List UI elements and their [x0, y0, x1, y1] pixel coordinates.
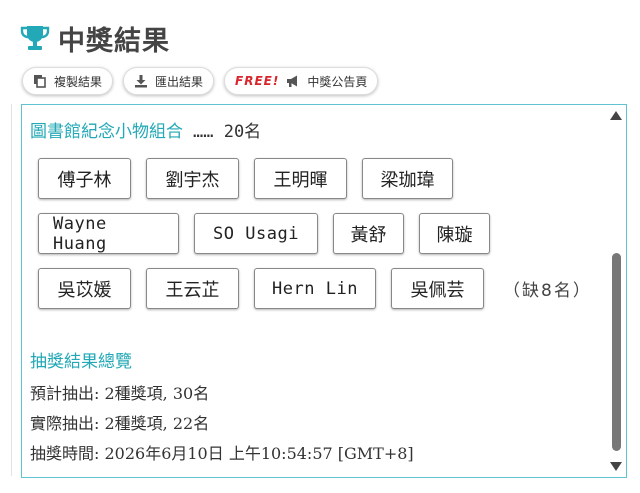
scroll-down-arrow-icon[interactable]: [610, 462, 622, 471]
export-results-button[interactable]: 匯出結果: [123, 67, 215, 95]
copy-icon: [34, 75, 46, 88]
winner-chip: 陳璇: [419, 213, 490, 254]
toolbar: 複製結果 匯出結果 FREE! 中獎公告頁: [22, 67, 379, 95]
winner-chip: 黃舒: [333, 213, 404, 254]
winner-chip: SO Usagi: [194, 213, 318, 254]
scroll-up-arrow-icon[interactable]: [610, 111, 622, 120]
trophy-icon: [20, 26, 50, 50]
announcement-page-button[interactable]: FREE! 中獎公告頁: [224, 67, 379, 95]
winner-row-1: 傅子林 劉宇杰 王明暉 梁珈瑋: [38, 158, 453, 199]
summary-title: 抽獎結果總覽: [30, 352, 132, 372]
page-header: 中獎結果: [20, 18, 170, 58]
winner-chip: 劉宇杰: [146, 158, 239, 199]
download-icon: [135, 75, 148, 88]
megaphone-icon: [287, 75, 298, 87]
results-panel[interactable]: 圖書館紀念小物組合 …… 20名 傅子林 劉宇杰 王明暉 梁珈瑋 Wayne H…: [21, 104, 627, 478]
summary-actual: 實際抽出: 2種獎項, 22名: [30, 414, 210, 433]
prize-count: …… 20名: [193, 122, 262, 142]
winner-chip: 吳佩芸: [391, 268, 484, 309]
winner-chip: 王明暉: [254, 158, 347, 199]
summary-planned: 預計抽出: 2種獎項, 30名: [30, 384, 210, 403]
winner-row-3: 吳苡媛 王云芷 Hern Lin 吳佩芸 （缺8名）: [38, 268, 592, 309]
export-results-label: 匯出結果: [155, 74, 204, 89]
missing-count: （缺8名）: [503, 281, 592, 301]
announcement-page-label: 中獎公告頁: [307, 74, 368, 89]
summary-time: 抽獎時間: 2026年6月10日 上午10:54:57 [GMT+8]: [30, 444, 414, 463]
winner-chip: 梁珈瑋: [362, 158, 453, 199]
copy-results-label: 複製結果: [54, 74, 103, 89]
winner-chip: Hern Lin: [254, 268, 376, 309]
copy-results-button[interactable]: 複製結果: [22, 67, 114, 95]
winner-row-2: Wayne Huang SO Usagi 黃舒 陳璇: [38, 213, 490, 254]
page-title: 中獎結果: [58, 25, 170, 57]
scrollbar-thumb[interactable]: [612, 253, 621, 451]
prize-heading: 圖書館紀念小物組合 …… 20名: [30, 117, 261, 142]
left-divider: [0, 104, 12, 476]
winner-chip: 吳苡媛: [38, 268, 131, 309]
vertical-scrollbar[interactable]: [608, 105, 626, 477]
winner-chip: 傅子林: [38, 158, 131, 199]
free-badge: FREE!: [235, 74, 280, 88]
prize-name: 圖書館紀念小物組合: [30, 122, 183, 142]
winner-chip: 王云芷: [146, 268, 239, 309]
winner-chip: Wayne Huang: [38, 213, 179, 254]
